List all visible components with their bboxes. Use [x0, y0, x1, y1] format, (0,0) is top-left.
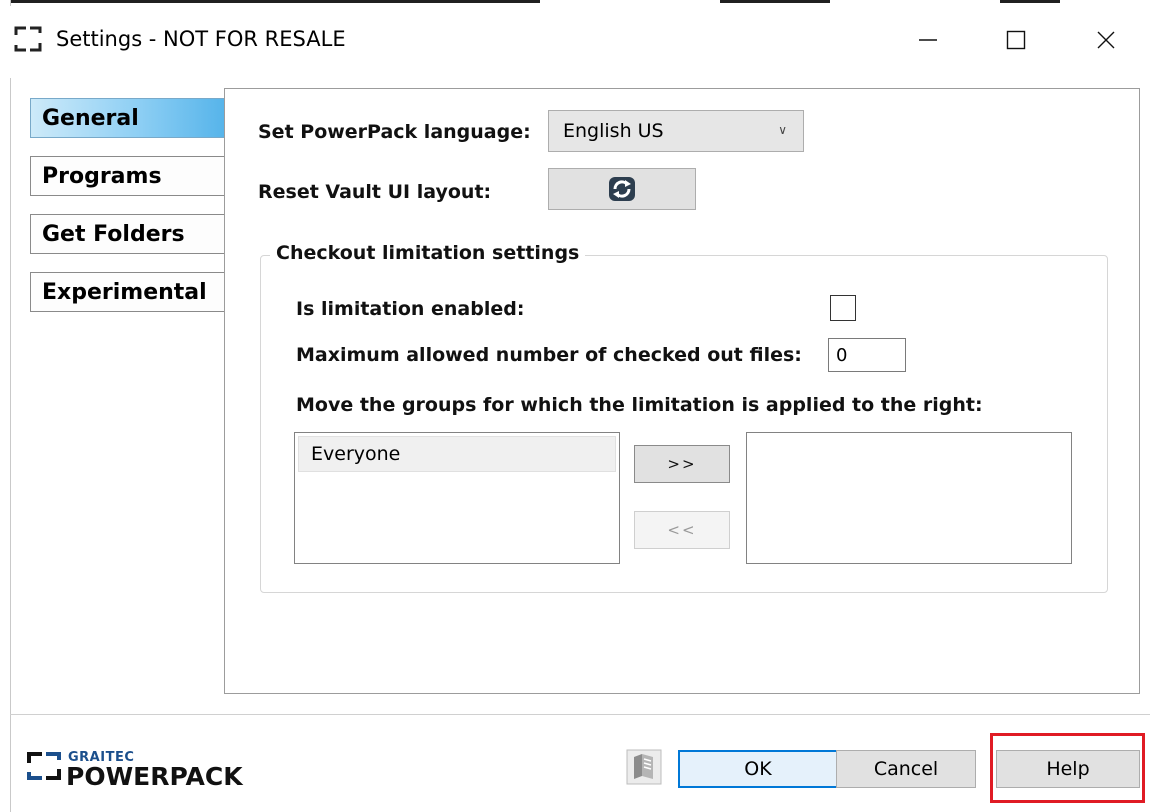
reset-layout-button[interactable]: [548, 168, 696, 210]
limitation-enabled-label: Is limitation enabled:: [296, 298, 525, 320]
app-logo-icon: [14, 26, 42, 52]
close-button[interactable]: [1083, 18, 1129, 62]
group-name: Everyone: [311, 443, 401, 465]
max-files-value: 0: [836, 344, 848, 366]
sidebar-item-label: Get Folders: [42, 221, 185, 247]
group-title: Checkout limitation settings: [270, 242, 586, 264]
maximize-icon: [1006, 30, 1026, 50]
limitation-enabled-checkbox[interactable]: [830, 295, 856, 321]
close-icon: [1097, 31, 1115, 49]
minimize-icon: [919, 39, 937, 41]
move-right-button[interactable]: >>: [634, 445, 730, 483]
background-window-edge: [720, 0, 830, 3]
move-groups-label: Move the groups for which the limitation…: [296, 394, 983, 416]
max-files-label: Maximum allowed number of checked out fi…: [296, 344, 802, 366]
sidebar-item-experimental[interactable]: Experimental: [30, 272, 226, 312]
background-window-edge: [0, 0, 540, 3]
cancel-button[interactable]: Cancel: [836, 750, 976, 788]
chevron-down-icon: ∨: [778, 123, 787, 137]
reset-layout-label: Reset Vault UI layout:: [258, 181, 492, 203]
move-left-button[interactable]: <<: [634, 511, 730, 549]
language-select[interactable]: English US ∨: [548, 110, 804, 152]
ok-button[interactable]: OK: [678, 750, 838, 788]
ok-label: OK: [744, 758, 772, 780]
sidebar-item-get-folders[interactable]: Get Folders: [30, 214, 226, 254]
applied-groups-list[interactable]: [746, 432, 1072, 564]
manual-book-icon[interactable]: [626, 749, 662, 785]
sidebar-item-general[interactable]: General: [30, 98, 226, 138]
background-window-edge: [1000, 0, 1060, 3]
sidebar-item-label: Experimental: [42, 279, 207, 305]
cancel-label: Cancel: [873, 758, 939, 780]
window-left-edge: [0, 0, 11, 812]
move-right-label: >>: [667, 455, 697, 473]
sidebar-item-label: General: [42, 105, 139, 131]
move-left-label: <<: [667, 521, 697, 539]
sidebar-item-programs[interactable]: Programs: [30, 156, 226, 196]
window-title: Settings - NOT FOR RESALE: [56, 27, 346, 51]
help-highlight-box: [990, 733, 1145, 803]
refresh-icon: [609, 177, 635, 201]
graitec-logo-icon: [27, 752, 61, 780]
sidebar-item-label: Programs: [42, 163, 162, 189]
language-select-value: English US: [563, 120, 664, 142]
footer-divider: [10, 714, 1150, 715]
language-label: Set PowerPack language:: [258, 121, 531, 143]
maximize-button[interactable]: [993, 18, 1039, 62]
max-files-input[interactable]: 0: [828, 338, 906, 372]
list-item[interactable]: Everyone: [298, 436, 616, 472]
minimize-button[interactable]: [905, 18, 951, 62]
logo-brand-big: POWERPACK: [66, 762, 243, 791]
